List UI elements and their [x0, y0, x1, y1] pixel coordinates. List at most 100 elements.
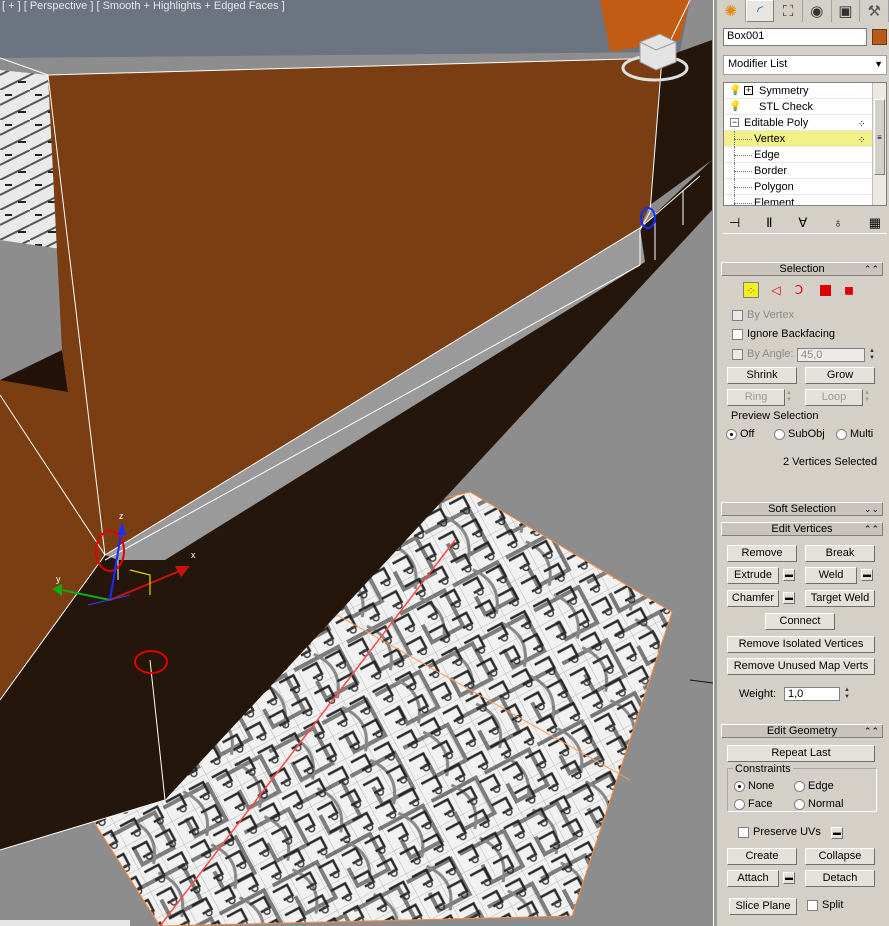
grow-button[interactable]: Grow — [805, 367, 875, 384]
stack-item-border[interactable]: Border — [724, 163, 886, 179]
rollout-title: Selection — [779, 263, 825, 275]
edit-geometry-rollout-header[interactable]: Edit Geometry ⌃⌃ — [721, 724, 883, 738]
modifier-stack: 💡 + Symmetry 💡 STL Check − Editable Poly… — [723, 82, 887, 206]
rollout-title: Soft Selection — [768, 503, 836, 515]
viewport-bottom-tab — [0, 920, 130, 926]
stack-item-vertex[interactable]: Vertex ·:· — [724, 131, 886, 147]
remove-isolated-vertices-button[interactable]: Remove Isolated Vertices — [727, 636, 875, 653]
by-angle-spinner[interactable]: 45,0 — [797, 348, 865, 362]
ignore-backfacing-checkbox[interactable] — [732, 329, 743, 340]
stack-item-element[interactable]: Element — [724, 195, 886, 205]
shrink-button[interactable]: Shrink — [727, 367, 797, 384]
sun-icon: ✺ — [724, 2, 738, 20]
polygon-subobject-icon[interactable] — [817, 282, 833, 298]
object-name-field[interactable]: Box001 — [723, 28, 867, 46]
weld-settings-icon[interactable]: ▬ — [861, 569, 873, 581]
remove-button[interactable]: Remove — [727, 545, 797, 562]
break-button[interactable]: Break — [805, 545, 875, 562]
hierarchy-tab[interactable]: ⛶ — [774, 0, 804, 22]
stack-item-label: STL Check — [759, 101, 814, 113]
svg-text:y: y — [56, 574, 61, 584]
preview-subobj-radio[interactable] — [774, 429, 785, 440]
configure-modifier-sets-icon[interactable]: ▦ — [869, 215, 881, 231]
constraint-face-radio[interactable] — [734, 799, 745, 810]
repeat-last-button[interactable]: Repeat Last — [727, 745, 875, 762]
attach-button[interactable]: Attach — [727, 870, 779, 887]
display-tab[interactable]: ▣ — [832, 0, 861, 22]
collapse-button[interactable]: Collapse — [805, 848, 875, 865]
collapse-rollout-icon: ⌃⌃ — [863, 726, 879, 736]
chamfer-settings-icon[interactable]: ▬ — [783, 592, 795, 604]
chamfer-button[interactable]: Chamfer — [727, 590, 779, 607]
vertex-dots-icon: ·:· — [858, 118, 865, 128]
tree-line — [734, 187, 752, 188]
element-subobject-icon[interactable]: ◼ — [841, 282, 857, 298]
viewport-scene[interactable]: z y x — [0, 0, 713, 926]
connect-button[interactable]: Connect — [765, 613, 835, 630]
edge-subobject-icon[interactable]: ◁ — [768, 282, 784, 298]
preview-off-radio[interactable] — [726, 429, 737, 440]
weight-spinner[interactable]: 1,0 — [784, 687, 840, 701]
slice-plane-button[interactable]: Slice Plane — [729, 898, 797, 915]
spinner-arrows-icon[interactable]: ▲ ▼ — [785, 390, 793, 404]
stack-item-label: Polygon — [754, 181, 794, 193]
weld-button[interactable]: Weld — [805, 567, 857, 584]
spinner-arrows-icon[interactable]: ▲ ▼ — [843, 687, 851, 701]
extrude-button[interactable]: Extrude — [727, 567, 779, 584]
ring-button[interactable]: Ring — [727, 389, 785, 406]
show-end-result-icon[interactable]: Ⅱ — [766, 215, 772, 231]
constraint-edge-radio[interactable] — [794, 781, 805, 792]
make-unique-icon[interactable]: ∀ — [798, 215, 807, 231]
scrollbar-thumb[interactable]: ≡ — [874, 99, 885, 175]
attach-settings-icon[interactable]: ▬ — [783, 872, 795, 884]
create-button[interactable]: Create — [727, 848, 797, 865]
by-vertex-label: By Vertex — [747, 309, 795, 321]
extrude-settings-icon[interactable]: ▬ — [783, 569, 795, 581]
command-panel: ✺ ◜ ⛶ ◉ ▣ ⚒ Box001 Modifier List ▼ 💡 + S… — [717, 0, 889, 926]
stack-scrollbar[interactable]: ≡ — [872, 83, 886, 205]
vertex-subobject-icon[interactable]: ·:· — [743, 282, 759, 298]
constraint-normal-radio[interactable] — [794, 799, 805, 810]
modify-arc-icon: ◜ — [757, 2, 763, 20]
modifier-list-dropdown[interactable]: Modifier List ▼ — [723, 55, 887, 75]
selection-rollout: Selection ⌃⌃ — [721, 262, 883, 280]
perspective-viewport[interactable]: z y x [ + ] [ Perspective ] [ Smooth + H… — [0, 0, 713, 926]
target-weld-button[interactable]: Target Weld — [805, 590, 875, 607]
remove-modifier-icon[interactable]: ♁ — [833, 215, 843, 230]
constraints-label: Constraints — [733, 763, 793, 775]
lightbulb-icon[interactable]: 💡 — [729, 99, 741, 115]
stack-item-editable-poly[interactable]: − Editable Poly ·:· — [724, 115, 886, 131]
tree-line — [734, 139, 752, 140]
constraint-none-radio[interactable] — [734, 781, 745, 792]
preserve-uvs-checkbox[interactable] — [738, 827, 749, 838]
create-tab[interactable]: ✺ — [717, 0, 746, 22]
object-color-swatch[interactable] — [872, 29, 887, 45]
split-checkbox[interactable] — [807, 900, 818, 911]
selection-rollout-header[interactable]: Selection ⌃⌃ — [721, 262, 883, 276]
by-vertex-checkbox[interactable] — [732, 310, 743, 321]
soft-selection-rollout-header[interactable]: Soft Selection ⌄⌄ — [721, 502, 883, 516]
motion-tab[interactable]: ◉ — [803, 0, 832, 22]
preserve-uvs-settings-icon[interactable]: ▬ — [831, 827, 843, 839]
collapse-icon[interactable]: − — [730, 118, 739, 127]
by-angle-checkbox[interactable] — [732, 349, 743, 360]
stack-item-symmetry[interactable]: 💡 + Symmetry — [724, 83, 886, 99]
spinner-arrows-icon[interactable]: ▲ ▼ — [868, 348, 876, 362]
border-subobject-icon[interactable]: Ↄ — [791, 282, 807, 298]
stack-item-polygon[interactable]: Polygon — [724, 179, 886, 195]
stack-item-stl-check[interactable]: 💡 STL Check — [724, 99, 886, 115]
pin-stack-icon[interactable]: ⊣ — [729, 215, 740, 231]
modify-tab[interactable]: ◜ — [745, 0, 775, 22]
preview-multi-radio[interactable] — [836, 429, 847, 440]
lightbulb-icon[interactable]: 💡 — [729, 83, 741, 99]
viewport-label[interactable]: [ + ] [ Perspective ] [ Smooth + Highlig… — [2, 0, 285, 12]
stack-toolbar: ⊣ Ⅱ ∀ ♁ ▦ — [723, 212, 887, 234]
loop-button[interactable]: Loop — [805, 389, 863, 406]
edit-vertices-rollout-header[interactable]: Edit Vertices ⌃⌃ — [721, 522, 883, 536]
spinner-arrows-icon[interactable]: ▲ ▼ — [863, 390, 871, 404]
stack-item-edge[interactable]: Edge — [724, 147, 886, 163]
remove-unused-map-verts-button[interactable]: Remove Unused Map Verts — [727, 658, 875, 675]
utilities-tab[interactable]: ⚒ — [860, 0, 889, 22]
detach-button[interactable]: Detach — [805, 870, 875, 887]
expand-icon[interactable]: + — [744, 86, 753, 95]
